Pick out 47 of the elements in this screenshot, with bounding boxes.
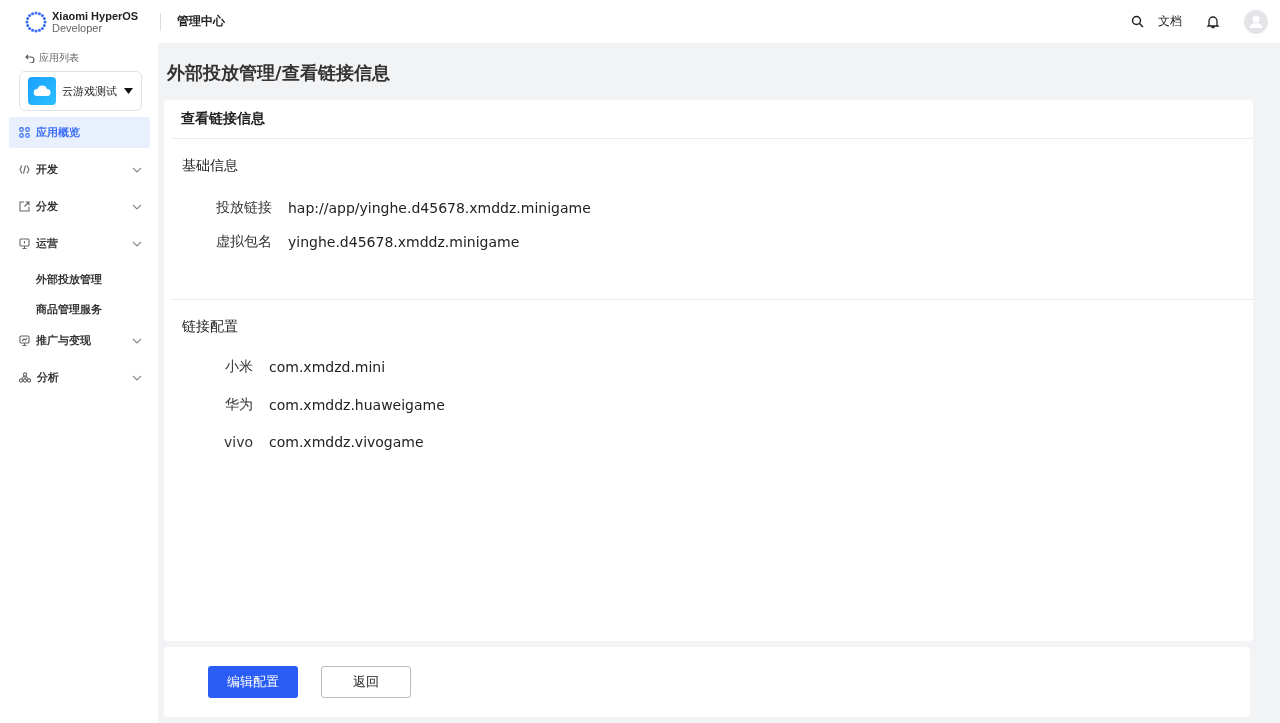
search-icon[interactable] <box>1131 15 1144 28</box>
app-list-link[interactable]: 应用列表 <box>39 51 79 65</box>
chevron-down-icon <box>132 337 142 344</box>
docs-link[interactable]: 文档 <box>1158 13 1182 30</box>
monitor-icon <box>19 238 30 249</box>
chevron-down-icon <box>132 166 142 173</box>
nav-item[interactable]: 推广与变现 <box>9 325 150 356</box>
back-button[interactable]: 返回 <box>321 666 411 698</box>
field-label: 华为 <box>224 396 253 414</box>
chart-monitor-icon <box>19 335 30 346</box>
nav-item[interactable]: 运营 <box>9 228 150 259</box>
field-label: 小米 <box>224 358 253 376</box>
chevron-down-icon <box>132 203 142 210</box>
bell-icon[interactable] <box>1206 14 1220 29</box>
field-value: yinghe.d45678.xmddz.minigame <box>288 234 521 250</box>
field-value: com.xmdzd.mini <box>269 359 387 375</box>
chevron-down-icon <box>132 240 142 247</box>
section-heading: 基础信息 <box>182 157 239 175</box>
share-icon <box>19 201 30 212</box>
nav-item[interactable]: 开发 <box>9 154 150 185</box>
nav-item[interactable]: 分析 <box>9 362 150 393</box>
chevron-down-icon <box>132 374 142 381</box>
field-value: com.xmddz.vivogame <box>269 434 425 450</box>
app-selector[interactable]: 云游戏测试 <box>19 71 142 111</box>
edit-config-button[interactable]: 编辑配置 <box>208 666 298 698</box>
nav-item[interactable]: 分发 <box>9 191 150 222</box>
field-label: vivo <box>222 434 253 450</box>
section-title: 管理中心 <box>177 13 226 30</box>
field-label: 虚拟包名 <box>215 233 272 251</box>
field-value: hap://app/yinghe.d45678.xmddz.minigame <box>288 200 591 216</box>
section-heading: 链接配置 <box>182 318 239 336</box>
nodes-icon <box>19 372 31 383</box>
field-value: com.xmddz.huaweigame <box>269 397 445 413</box>
nav-subitem[interactable]: 商品管理服务 <box>9 295 150 325</box>
back-arrow-icon <box>25 53 35 63</box>
dropdown-caret-icon <box>124 88 133 94</box>
nav-item[interactable]: 应用概览 <box>9 117 150 148</box>
logo-icon <box>24 9 48 34</box>
nav-subitem[interactable]: 外部投放管理 <box>9 265 150 295</box>
card-title: 查看链接信息 <box>172 100 1253 139</box>
brand-name: Xiaomi HyperOS <box>52 9 139 22</box>
code-icon <box>19 164 30 175</box>
cloud-app-icon <box>28 77 56 105</box>
field-label: 投放链接 <box>215 199 272 217</box>
brand-subtitle: Developer <box>52 21 103 34</box>
page-title: 外部投放管理/查看链接信息 <box>167 61 391 85</box>
grid-icon <box>19 127 30 138</box>
